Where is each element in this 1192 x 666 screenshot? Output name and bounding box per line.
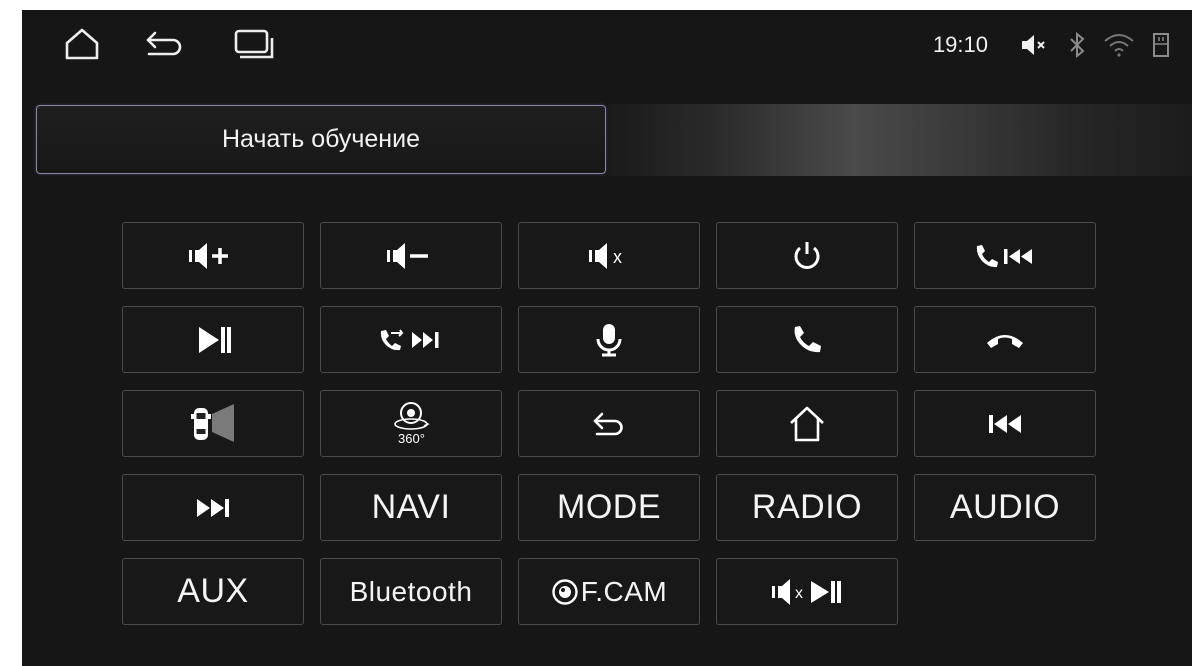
volume-up-key[interactable] bbox=[122, 222, 304, 289]
call-previous-key[interactable] bbox=[914, 222, 1096, 289]
camera-360-icon: 360° bbox=[394, 401, 430, 446]
volume-down-icon bbox=[387, 242, 428, 269]
phone-answer-icon bbox=[794, 325, 821, 352]
audio-label: AUDIO bbox=[949, 488, 1061, 526]
parking-sensor-key[interactable] bbox=[122, 390, 304, 457]
aux-label: AUX bbox=[177, 572, 249, 610]
mode-label: MODE bbox=[557, 488, 661, 526]
mode-key[interactable]: MODE bbox=[518, 474, 700, 541]
phone-hangup-icon bbox=[987, 334, 1023, 348]
status-indicators: 19:10 bbox=[933, 28, 1178, 62]
home-icon[interactable] bbox=[60, 24, 104, 64]
svg-text:x: x bbox=[795, 585, 803, 602]
volume-muted-icon bbox=[1018, 28, 1052, 62]
start-learning-button[interactable]: Начать обучение bbox=[36, 105, 606, 174]
mute-icon: x bbox=[589, 242, 622, 269]
mute-play-pause-icon: x bbox=[772, 578, 841, 605]
previous-track-key[interactable] bbox=[914, 390, 1096, 457]
start-learning-label: Начать обучение bbox=[222, 125, 420, 153]
sd-card-icon bbox=[1144, 28, 1178, 62]
play-pause-key[interactable] bbox=[122, 306, 304, 373]
next-track-icon bbox=[197, 498, 229, 517]
play-pause-icon bbox=[199, 326, 231, 353]
home-outline-icon bbox=[790, 406, 824, 441]
back-icon[interactable] bbox=[142, 24, 186, 64]
back-arrow-icon bbox=[593, 412, 623, 435]
volume-up-icon bbox=[189, 242, 228, 269]
camera-360-key[interactable]: 360° bbox=[320, 390, 502, 457]
head-unit-screen: 19:10 Начать обучение x 360° NAVI MODE R… bbox=[22, 10, 1192, 666]
navi-label: NAVI bbox=[371, 488, 451, 526]
microphone-icon bbox=[596, 323, 622, 356]
navi-key[interactable]: NAVI bbox=[320, 474, 502, 541]
mute-play-pause-key[interactable]: x bbox=[716, 558, 898, 625]
audio-key[interactable]: AUDIO bbox=[914, 474, 1096, 541]
svg-text:360°: 360° bbox=[398, 431, 425, 446]
wifi-icon bbox=[1102, 28, 1136, 62]
volume-down-key[interactable] bbox=[320, 222, 502, 289]
missed-call-next-icon bbox=[380, 328, 439, 350]
aux-key[interactable]: AUX bbox=[122, 558, 304, 625]
microphone-key[interactable] bbox=[518, 306, 700, 373]
radio-label: RADIO bbox=[751, 488, 863, 526]
clock: 19:10 bbox=[932, 32, 988, 57]
bluetooth-icon bbox=[1060, 28, 1094, 62]
hangup-key[interactable] bbox=[914, 306, 1096, 373]
bluetooth-label: Bluetooth bbox=[349, 575, 473, 607]
recent-apps-icon[interactable] bbox=[232, 24, 276, 64]
call-previous-icon bbox=[976, 244, 1032, 267]
answer-call-key[interactable] bbox=[716, 306, 898, 373]
svg-text:x: x bbox=[613, 247, 622, 267]
back-key[interactable] bbox=[518, 390, 700, 457]
car-sensor-icon bbox=[191, 403, 234, 442]
status-bar: 19:10 bbox=[22, 10, 1192, 80]
power-key[interactable] bbox=[716, 222, 898, 289]
bluetooth-key[interactable]: Bluetooth bbox=[320, 558, 502, 625]
next-track-key[interactable] bbox=[122, 474, 304, 541]
header-gradient bbox=[608, 104, 1192, 176]
previous-track-icon bbox=[989, 414, 1021, 433]
radio-key[interactable]: RADIO bbox=[716, 474, 898, 541]
front-camera-key[interactable]: F.CAM bbox=[518, 558, 700, 625]
mute-key[interactable]: x bbox=[518, 222, 700, 289]
camera-lens-icon bbox=[552, 578, 578, 605]
power-icon bbox=[794, 241, 820, 269]
home-key[interactable] bbox=[716, 390, 898, 457]
hangup-next-key[interactable] bbox=[320, 306, 502, 373]
front-camera-label: F.CAM bbox=[580, 575, 668, 607]
